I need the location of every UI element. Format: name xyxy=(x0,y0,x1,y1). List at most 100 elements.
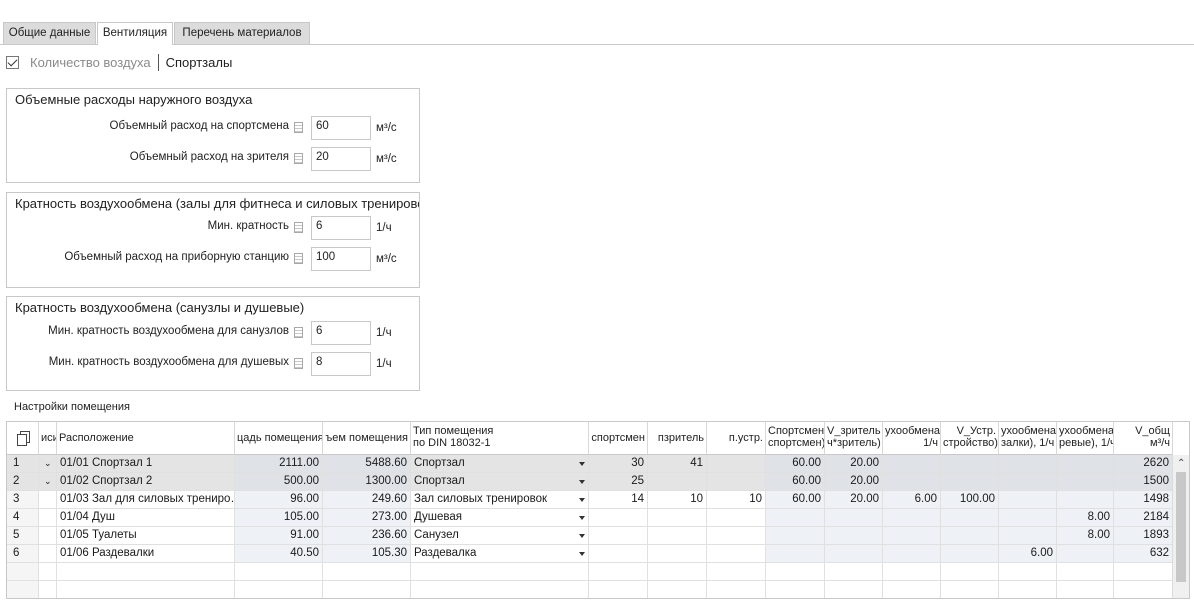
row-number[interactable]: 3 xyxy=(7,491,39,509)
cell-loc[interactable] xyxy=(57,581,235,598)
table-row[interactable] xyxy=(7,581,1173,598)
column-header[interactable]: спортсмен xyxy=(589,422,648,455)
cell-k_r[interactable]: 6.00 xyxy=(999,545,1057,563)
cell-k_r[interactable] xyxy=(999,581,1057,598)
calculator-icon[interactable] xyxy=(294,222,303,233)
cell-area[interactable]: 40.50 xyxy=(235,545,323,563)
cell-v_z[interactable]: 20.00 xyxy=(825,455,883,473)
expand-toggle[interactable] xyxy=(39,545,57,563)
cell-v_tot[interactable] xyxy=(1114,581,1173,598)
cell-vol[interactable] xyxy=(323,563,411,581)
vertical-scrollbar[interactable]: ⌃ xyxy=(1172,455,1189,598)
column-header[interactable]: Тип помещения по DIN 18032-1 xyxy=(411,422,589,455)
cell-k[interactable] xyxy=(883,581,941,598)
column-header[interactable]: ухообмена залки), 1/ч xyxy=(999,422,1057,455)
calculator-icon[interactable] xyxy=(294,122,303,133)
expand-toggle[interactable] xyxy=(39,527,57,545)
cell-v_tot[interactable]: 632 xyxy=(1114,545,1173,563)
cell-v_u[interactable] xyxy=(941,545,999,563)
cell-vol[interactable]: 5488.60 xyxy=(323,455,411,473)
chevron-down-icon[interactable] xyxy=(579,534,585,538)
cell-k_d[interactable] xyxy=(1057,491,1114,509)
toilet-rate-input[interactable]: 6 xyxy=(311,321,371,345)
chevron-down-icon[interactable] xyxy=(579,498,585,502)
table-row[interactable]: 5 01/05 Туалеты 91.00 236.60 Санузел 8.00 1893 xyxy=(7,527,1173,545)
table-row[interactable] xyxy=(7,563,1173,581)
table-row[interactable]: 6 01/06 Раздевалки 40.50 105.30 Раздевалка 6.… xyxy=(7,545,1173,563)
cell-n_sp[interactable] xyxy=(589,527,648,545)
expand-toggle[interactable]: ⌄ xyxy=(39,473,57,491)
cell-v_tot[interactable] xyxy=(1114,563,1173,581)
cell-v_tot[interactable]: 1893 xyxy=(1114,527,1173,545)
cell-v_tot[interactable]: 2184 xyxy=(1114,509,1173,527)
cell-type[interactable]: Раздевалка xyxy=(411,545,589,563)
cell-vol[interactable]: 249.60 xyxy=(323,491,411,509)
cell-v_z[interactable] xyxy=(825,581,883,598)
table-row[interactable]: 2 ⌄ 01/02 Спортзал 2 500.00 1300.00 Спортзал 2… xyxy=(7,473,1173,491)
cell-loc[interactable]: 01/03 Зал для силовых трениро… xyxy=(57,491,235,509)
cell-n_z[interactable] xyxy=(648,509,707,527)
cell-k_d[interactable] xyxy=(1057,545,1114,563)
cell-v_z[interactable] xyxy=(825,563,883,581)
cell-n_z[interactable] xyxy=(648,527,707,545)
cell-v_z[interactable]: 20.00 xyxy=(825,491,883,509)
cell-v_tot[interactable]: 1498 xyxy=(1114,491,1173,509)
cell-v_u[interactable] xyxy=(941,509,999,527)
cell-v_z[interactable] xyxy=(825,545,883,563)
expand-toggle[interactable] xyxy=(39,491,57,509)
row-number[interactable] xyxy=(7,581,39,598)
cell-v_sp[interactable]: 60.00 xyxy=(766,491,825,509)
cell-k[interactable]: 6.00 xyxy=(883,491,941,509)
chevron-up-icon[interactable]: ⌃ xyxy=(1177,459,1185,469)
cell-k[interactable] xyxy=(883,473,941,491)
cell-n_z[interactable] xyxy=(648,473,707,491)
cell-type[interactable] xyxy=(411,581,589,598)
cell-v_tot[interactable]: 2620 xyxy=(1114,455,1173,473)
cell-n_u[interactable] xyxy=(707,473,766,491)
cell-k_d[interactable] xyxy=(1057,455,1114,473)
cell-n_z[interactable] xyxy=(648,563,707,581)
row-number[interactable]: 4 xyxy=(7,509,39,527)
cell-vol[interactable]: 236.60 xyxy=(323,527,411,545)
cell-n_sp[interactable] xyxy=(589,509,648,527)
cell-k_r[interactable] xyxy=(999,473,1057,491)
row-number[interactable]: 1 xyxy=(7,455,39,473)
cell-n_sp[interactable] xyxy=(589,581,648,598)
tab-materials[interactable]: Перечень материалов xyxy=(174,22,310,44)
tab-general[interactable]: Общие данные xyxy=(3,22,96,44)
table-row[interactable]: 1 ⌄ 01/01 Спортзал 1 2111.00 5488.60 Спортзал… xyxy=(7,455,1173,473)
column-header[interactable]: V_Устр. стройство) xyxy=(941,422,999,455)
cell-v_z[interactable]: 20.00 xyxy=(825,473,883,491)
copy-icon[interactable] xyxy=(16,430,32,446)
cell-k_d[interactable] xyxy=(1057,581,1114,598)
cell-v_sp[interactable]: 60.00 xyxy=(766,455,825,473)
spectator-flow-input[interactable]: 20 xyxy=(311,147,371,171)
expand-toggle[interactable] xyxy=(39,509,57,527)
column-header[interactable]: пзритель xyxy=(648,422,707,455)
scrollbar-thumb[interactable] xyxy=(1176,472,1186,582)
cell-loc[interactable]: 01/05 Туалеты xyxy=(57,527,235,545)
column-header[interactable]: V_зритель ч*зритель) xyxy=(825,422,883,455)
cell-k[interactable] xyxy=(883,509,941,527)
cell-n_z[interactable]: 10 xyxy=(648,491,707,509)
cell-v_sp[interactable] xyxy=(766,527,825,545)
cell-k[interactable] xyxy=(883,455,941,473)
cell-v_u[interactable] xyxy=(941,455,999,473)
column-header[interactable]: цадь помещения xyxy=(235,422,323,455)
cell-n_z[interactable]: 41 xyxy=(648,455,707,473)
chevron-down-icon[interactable]: ⌄ xyxy=(44,473,52,490)
cell-type[interactable]: Душевая xyxy=(411,509,589,527)
chevron-down-icon[interactable]: ⌄ xyxy=(44,455,52,472)
cell-v_sp[interactable] xyxy=(766,509,825,527)
cell-loc[interactable]: 01/04 Душ xyxy=(57,509,235,527)
row-number[interactable]: 2 xyxy=(7,473,39,491)
tab-ventilation[interactable]: Вентиляция xyxy=(97,22,173,45)
cell-n_u[interactable] xyxy=(707,563,766,581)
row-number[interactable] xyxy=(7,563,39,581)
cell-area[interactable]: 96.00 xyxy=(235,491,323,509)
cell-type[interactable]: Спортзал xyxy=(411,473,589,491)
column-header[interactable]: иси xyxy=(39,422,57,455)
cell-type[interactable]: Зал силовых тренировок xyxy=(411,491,589,509)
row-number[interactable]: 5 xyxy=(7,527,39,545)
cell-v_u[interactable] xyxy=(941,527,999,545)
